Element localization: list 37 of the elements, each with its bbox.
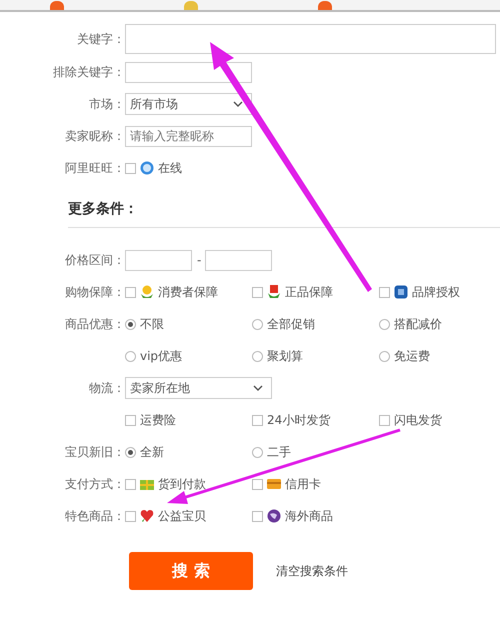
section-title: 更多条件： [68, 200, 139, 219]
option-label: 二手 [267, 444, 291, 461]
range-separator: - [197, 252, 202, 269]
field-label: 特色商品： [64, 508, 125, 525]
field-label: 宝贝新旧： [64, 444, 125, 461]
field-label: 卖家昵称： [64, 128, 125, 145]
field-label: 阿里旺旺： [64, 160, 125, 177]
option-label: 在线 [158, 160, 182, 177]
field-label: 价格区间： [64, 252, 125, 269]
option-label: 不限 [140, 316, 164, 333]
option-label: 信用卡 [285, 476, 321, 493]
dropdown[interactable]: 卖家所在地 [125, 377, 272, 399]
field-label: 关键字： [76, 31, 125, 48]
option-label: 24小时发货 [267, 412, 330, 429]
clear-conditions-link[interactable]: 清空搜索条件 [276, 562, 348, 580]
field-label: 购物保障： [64, 284, 125, 301]
option-label: 海外商品 [285, 508, 333, 525]
option-label: 搭配减价 [394, 316, 442, 333]
field-label: 市场： [88, 96, 125, 113]
option-label: 品牌授权 [412, 284, 460, 301]
field-label: 商品优惠： [64, 316, 125, 333]
seller-nickname-field[interactable]: 请输入完整昵称 [125, 126, 252, 146]
field-label: 物流： [88, 380, 125, 397]
dropdown[interactable]: 所有市场 [125, 93, 252, 115]
field-label: 排除关键字： [52, 64, 125, 81]
option-label: 消费者保障 [158, 284, 218, 301]
option-label: 免运费 [394, 348, 430, 365]
option-label: 全新 [140, 444, 164, 461]
option-label: 闪电发货 [394, 412, 442, 429]
option-label: 聚划算 [267, 348, 303, 365]
option-label: 公益宝贝 [158, 508, 206, 525]
field-label: 支付方式： [64, 476, 125, 493]
option-label: 货到付款 [158, 476, 206, 493]
option-label: 运费险 [140, 412, 176, 429]
option-label: vip优惠 [140, 348, 182, 365]
option-label: 全部促销 [267, 316, 315, 333]
option-label: 正品保障 [285, 284, 333, 301]
